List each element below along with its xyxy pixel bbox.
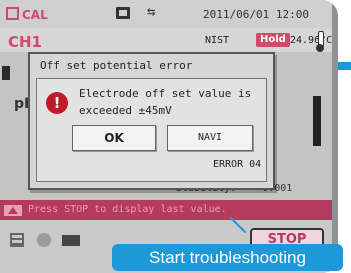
data-list-icon[interactable] <box>10 233 24 247</box>
message-text: Press STOP to display last value. <box>28 204 227 215</box>
calibration-standard: NIST <box>205 35 230 46</box>
error-dialog: Off set potential error ! Electrode off … <box>28 52 275 190</box>
channel-row: CH1 NIST Hold 24.96°C <box>0 28 332 52</box>
start-troubleshooting-callout: Start troubleshooting <box>112 244 343 271</box>
navi-button[interactable]: NAVI <box>167 125 253 151</box>
cal-label: CAL <box>22 8 48 22</box>
circle-icon[interactable] <box>37 233 51 247</box>
warning-triangle-icon <box>4 205 22 216</box>
side-indicator-bar <box>313 96 321 146</box>
dialog-title: Off set potential error <box>40 59 193 72</box>
temperature-value: 24.96°C <box>290 35 332 46</box>
dialog-body: ! Electrode off set value is exceeded ±4… <box>36 78 267 182</box>
cal-indicator: CAL <box>6 7 48 22</box>
status-bar: CAL ⇆ 2011/06/01 12:00 <box>0 0 332 28</box>
dialog-message-line2: exceeded ±45mV <box>79 104 172 117</box>
error-code: ERROR 04 <box>213 159 262 170</box>
memory-card-icon <box>116 7 130 19</box>
alert-icon: ! <box>46 92 68 114</box>
device-screen: CAL ⇆ 2011/06/01 12:00 CH1 NIST Hold 24.… <box>0 0 332 273</box>
message-bar: Press STOP to display last value. <box>0 200 332 220</box>
hold-badge: Hold <box>256 33 290 47</box>
books-icon[interactable] <box>62 235 80 246</box>
device-frame: CAL ⇆ 2011/06/01 12:00 CH1 NIST Hold 24.… <box>0 0 338 273</box>
thermometer-icon <box>316 31 324 52</box>
cal-square-icon <box>6 7 19 20</box>
date-time: 2011/06/01 12:00 <box>203 8 309 21</box>
channel-tag <box>2 66 10 80</box>
usb-icon: ⇆ <box>147 4 156 20</box>
dialog-message-line1: Electrode off set value is <box>79 87 252 100</box>
channel-label: CH1 <box>8 33 42 51</box>
ok-button[interactable]: OK <box>72 125 156 151</box>
